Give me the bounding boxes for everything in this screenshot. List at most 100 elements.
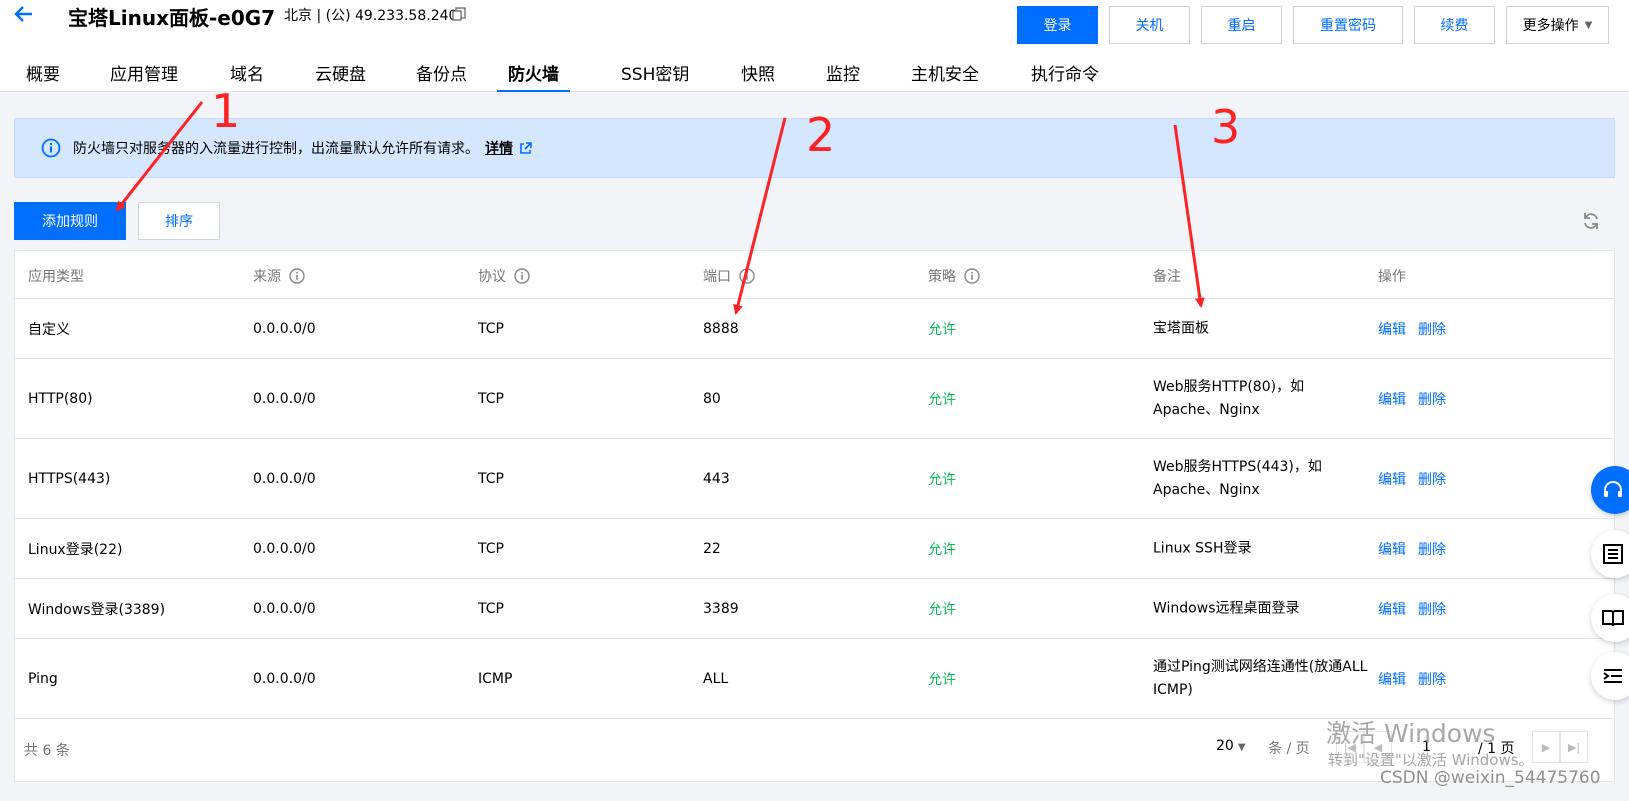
next-page-button[interactable]: ▶	[1532, 731, 1560, 763]
cell-protocol: TCP	[478, 541, 504, 557]
page-title: 宝塔Linux面板-e0G7	[68, 6, 276, 30]
renew-button[interactable]: 续费	[1414, 6, 1495, 44]
cell-source: 0.0.0.0/0	[253, 541, 316, 557]
help-icon[interactable]	[739, 268, 755, 284]
notice-details-link[interactable]: 详情	[485, 138, 513, 158]
cell-policy: 允许	[928, 472, 956, 488]
column-header-source: 来源	[253, 266, 305, 286]
tab-backup[interactable]: 备份点	[416, 60, 467, 92]
annotation-number-2: 2	[806, 108, 836, 162]
tab-ssh-key[interactable]: SSH密钥	[621, 60, 689, 92]
cell-protocol: ICMP	[478, 671, 513, 687]
last-page-button[interactable]: ▶|	[1560, 731, 1588, 763]
cell-policy: 允许	[928, 542, 956, 558]
cell-note: Web服务HTTPS(443)，如Apache、Nginx	[1153, 459, 1322, 498]
delete-link[interactable]: 删除	[1418, 319, 1446, 339]
refresh-icon[interactable]	[1581, 211, 1601, 231]
table-row: HTTPS(443) 0.0.0.0/0 TCP 443 允许 Web服务HTT…	[15, 439, 1614, 519]
edit-link[interactable]: 编辑	[1378, 599, 1406, 619]
cell-port: 3389	[703, 601, 739, 617]
more-actions-dropdown[interactable]: 更多操作 ▼	[1506, 6, 1609, 44]
cell-policy: 允许	[928, 672, 956, 688]
tab-app-management[interactable]: 应用管理	[110, 60, 178, 92]
edit-link[interactable]: 编辑	[1378, 539, 1406, 559]
list-icon	[1603, 544, 1623, 564]
book-icon	[1602, 610, 1624, 627]
total-count: 共 6 条	[24, 743, 70, 759]
cell-note: 宝塔面板	[1153, 320, 1209, 337]
edit-link[interactable]: 编辑	[1378, 669, 1406, 689]
cell-type: HTTPS(443)	[28, 471, 111, 487]
cell-source: 0.0.0.0/0	[253, 321, 316, 337]
cell-port: 80	[703, 391, 721, 407]
top-bar: 宝塔Linux面板-e0G7 北京 | (公) 49.233.58.240 登录…	[0, 0, 1629, 92]
caret-down-icon: ▼	[1237, 742, 1246, 753]
next-page-icon: ▶	[1541, 740, 1551, 754]
firewall-rules-table: 应用类型 来源 协议 端口 策略 备注 操作 自定义 0.0.0.0/0 TCP…	[14, 250, 1615, 782]
external-link-icon[interactable]	[519, 141, 532, 155]
cell-note: Windows远程桌面登录	[1153, 600, 1300, 617]
cell-note: 通过Ping测试网络连通性(放通ALL ICMP)	[1153, 659, 1368, 698]
tab-overview[interactable]: 概要	[26, 60, 60, 92]
cell-port: 22	[703, 541, 721, 557]
page-size-unit: 条 / 页	[1268, 741, 1310, 757]
help-icon[interactable]	[289, 268, 305, 284]
edit-link[interactable]: 编辑	[1378, 319, 1406, 339]
table-row: Linux登录(22) 0.0.0.0/0 TCP 22 允许 Linux SS…	[15, 519, 1614, 579]
cell-type: Linux登录(22)	[28, 542, 123, 558]
column-header-protocol: 协议	[478, 266, 530, 286]
annotation-number-1: 1	[211, 84, 241, 138]
page-size-select[interactable]: 20 ▼	[1216, 738, 1246, 754]
cell-policy: 允许	[928, 322, 956, 338]
cell-policy: 允许	[928, 602, 956, 618]
tab-host-security[interactable]: 主机安全	[911, 60, 979, 92]
tab-monitor[interactable]: 监控	[826, 60, 860, 92]
shutdown-button[interactable]: 关机	[1109, 6, 1190, 44]
edit-link[interactable]: 编辑	[1378, 469, 1406, 489]
cell-source: 0.0.0.0/0	[253, 471, 316, 487]
edit-link[interactable]: 编辑	[1378, 389, 1406, 409]
back-arrow-icon[interactable]	[12, 2, 36, 26]
cell-type: Ping	[28, 671, 58, 687]
cell-note: Web服务HTTP(80)，如Apache、Nginx	[1153, 379, 1305, 418]
help-icon[interactable]	[964, 268, 980, 284]
annotation-number-3: 3	[1211, 100, 1241, 154]
tab-cloud-disk[interactable]: 云硬盘	[315, 60, 366, 92]
caret-down-icon: ▼	[1584, 19, 1593, 31]
info-icon	[41, 138, 61, 158]
reset-password-button[interactable]: 重置密码	[1293, 6, 1403, 44]
notice-text: 防火墙只对服务器的入流量进行控制，出流量默认允许所有请求。	[73, 141, 479, 157]
add-rule-button[interactable]: 添加规则	[14, 202, 126, 240]
csdn-watermark: CSDN @weixin_54475760	[1380, 768, 1601, 788]
sort-button[interactable]: 排序	[138, 202, 220, 240]
delete-link[interactable]: 删除	[1418, 599, 1446, 619]
column-header-actions: 操作	[1378, 269, 1406, 285]
help-icon[interactable]	[514, 268, 530, 284]
cell-protocol: TCP	[478, 321, 504, 337]
delete-link[interactable]: 删除	[1418, 669, 1446, 689]
last-page-icon: ▶|	[1567, 740, 1581, 754]
column-header-port: 端口	[703, 266, 755, 286]
cell-protocol: TCP	[478, 471, 504, 487]
table-row: HTTP(80) 0.0.0.0/0 TCP 80 允许 Web服务HTTP(8…	[15, 359, 1614, 439]
delete-link[interactable]: 删除	[1418, 469, 1446, 489]
delete-link[interactable]: 删除	[1418, 389, 1446, 409]
cell-protocol: TCP	[478, 391, 504, 407]
menu-collapse-icon	[1603, 669, 1622, 683]
headset-icon	[1604, 481, 1622, 497]
cell-type: HTTP(80)	[28, 391, 93, 407]
windows-activation-hint: 转到"设置"以激活 Windows。	[1328, 751, 1534, 769]
login-button[interactable]: 登录	[1017, 6, 1098, 44]
column-header-note: 备注	[1153, 269, 1181, 285]
cell-policy: 允许	[928, 392, 956, 408]
tab-firewall[interactable]: 防火墙	[497, 60, 570, 92]
tab-run-command[interactable]: 执行命令	[1031, 60, 1099, 92]
cell-port: 443	[703, 471, 730, 487]
copy-icon[interactable]	[452, 7, 466, 21]
table-row: Ping 0.0.0.0/0 ICMP ALL 允许 通过Ping测试网络连通性…	[15, 639, 1614, 719]
cell-port: 8888	[703, 321, 739, 337]
cell-source: 0.0.0.0/0	[253, 601, 316, 617]
tab-snapshot[interactable]: 快照	[741, 60, 775, 92]
restart-button[interactable]: 重启	[1201, 6, 1282, 44]
delete-link[interactable]: 删除	[1418, 539, 1446, 559]
